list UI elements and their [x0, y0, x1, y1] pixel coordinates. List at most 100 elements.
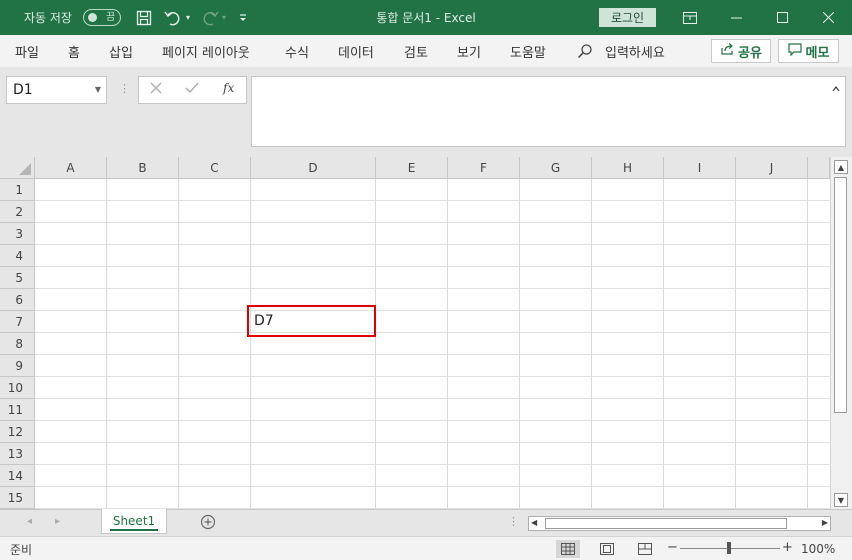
autosave-toggle-knob: [88, 13, 97, 22]
page-layout-view-icon[interactable]: [595, 540, 619, 558]
tell-me-search[interactable]: 입력하세요: [605, 35, 665, 67]
page-break-view-icon[interactable]: [633, 540, 657, 558]
row-header[interactable]: 4: [0, 245, 35, 267]
ribbon-display-icon[interactable]: [680, 0, 700, 35]
tab-data[interactable]: 데이터: [338, 35, 374, 67]
row-header[interactable]: 11: [0, 399, 35, 421]
select-all-button[interactable]: [0, 157, 35, 179]
tab-insert[interactable]: 삽입: [109, 35, 133, 67]
worksheet-grid[interactable]: A B C D E F G H I J 1 2 3 4 5 6 7 8 9 10…: [0, 157, 852, 509]
collapse-formula-bar-icon[interactable]: [832, 81, 840, 96]
redo-dropdown-icon[interactable]: ▾: [219, 0, 229, 35]
row-header[interactable]: 12: [0, 421, 35, 443]
row-header[interactable]: 6: [0, 289, 35, 311]
zoom-slider-thumb[interactable]: [727, 542, 731, 554]
zoom-out-icon[interactable]: −: [667, 540, 678, 555]
column-header[interactable]: D: [251, 157, 376, 179]
autosave-toggle[interactable]: 끔: [83, 9, 121, 26]
memo-label: 메모: [805, 45, 830, 61]
tab-view[interactable]: 보기: [457, 35, 481, 67]
tab-file[interactable]: 파일: [15, 35, 39, 67]
tab-page-layout[interactable]: 페이지 레이아웃: [162, 35, 250, 67]
gridline: [250, 179, 251, 509]
gridline: [591, 179, 592, 509]
scroll-up-icon[interactable]: ▲: [834, 160, 848, 174]
minimize-icon[interactable]: [725, 0, 747, 35]
redo-icon[interactable]: [199, 0, 221, 35]
name-box-value: D1: [13, 82, 33, 98]
row-header[interactable]: 14: [0, 465, 35, 487]
name-box-dropdown-icon[interactable]: ▼: [95, 85, 101, 94]
name-box[interactable]: D1 ▼: [6, 76, 107, 104]
tab-home[interactable]: 홈: [68, 35, 80, 67]
normal-view-icon[interactable]: [556, 540, 580, 558]
column-header[interactable]: C: [179, 157, 251, 179]
prev-sheet-icon[interactable]: ◂: [27, 516, 32, 527]
formula-bar-splitter[interactable]: ⋮: [119, 82, 130, 98]
cancel-icon[interactable]: [150, 82, 162, 98]
sheet-tab-bar: ◂ ▸ Sheet1 ⋮ ◀ ▶: [0, 509, 852, 536]
column-header[interactable]: G: [520, 157, 592, 179]
tab-review[interactable]: 검토: [404, 35, 428, 67]
row-header[interactable]: 9: [0, 355, 35, 377]
gridline: [735, 179, 736, 509]
column-header[interactable]: A: [35, 157, 107, 179]
column-header[interactable]: [808, 157, 830, 179]
column-header[interactable]: I: [664, 157, 736, 179]
tab-help[interactable]: 도움말: [510, 35, 546, 67]
autosave-label: 자동 저장: [24, 11, 72, 25]
column-header[interactable]: E: [376, 157, 448, 179]
share-button[interactable]: 공유: [711, 39, 771, 63]
sheet-tab-sheet1[interactable]: Sheet1: [101, 509, 167, 534]
zoom-in-icon[interactable]: +: [782, 540, 793, 555]
zoom-level[interactable]: 100%: [801, 537, 835, 560]
column-header[interactable]: H: [592, 157, 664, 179]
row-header[interactable]: 2: [0, 201, 35, 223]
status-bar: 준비 − + 100%: [0, 536, 852, 560]
close-icon[interactable]: [817, 0, 839, 35]
tab-formulas[interactable]: 수식: [285, 35, 309, 67]
row-header[interactable]: 13: [0, 443, 35, 465]
row-header[interactable]: 8: [0, 333, 35, 355]
tab-splitter[interactable]: ⋮: [508, 515, 519, 528]
vertical-scroll-thumb[interactable]: [834, 177, 847, 413]
gridline: [519, 179, 520, 509]
cell-d7[interactable]: D7: [247, 305, 376, 337]
gridline: [106, 179, 107, 509]
formula-input[interactable]: [251, 76, 846, 147]
share-label: 공유: [738, 45, 762, 61]
title-bar: 자동 저장 끔 ▾ ▾ 통합 문서1 - Excel 로그인: [0, 0, 852, 35]
save-icon[interactable]: [134, 0, 154, 35]
comment-icon: [787, 42, 802, 60]
next-sheet-icon[interactable]: ▸: [55, 516, 60, 527]
login-button[interactable]: 로그인: [599, 8, 656, 27]
function-icon[interactable]: fx: [223, 81, 234, 95]
formula-area: D1 ▼ ⋮ fx: [0, 67, 852, 157]
row-header[interactable]: 7: [0, 311, 35, 333]
enter-icon[interactable]: [185, 82, 199, 98]
column-header[interactable]: J: [736, 157, 808, 179]
row-header[interactable]: 15: [0, 487, 35, 509]
scroll-left-icon[interactable]: ◀: [531, 518, 537, 527]
add-sheet-icon[interactable]: [200, 514, 216, 534]
scroll-down-icon[interactable]: ▼: [834, 493, 848, 507]
row-header[interactable]: 1: [0, 179, 35, 201]
row-header[interactable]: 10: [0, 377, 35, 399]
horizontal-scroll-thumb[interactable]: [545, 518, 787, 529]
undo-icon[interactable]: [162, 0, 184, 35]
row-header[interactable]: 3: [0, 223, 35, 245]
customize-toolbar-icon[interactable]: [236, 0, 250, 35]
horizontal-scrollbar[interactable]: ◀ ▶: [528, 516, 831, 531]
row-header[interactable]: 5: [0, 267, 35, 289]
scroll-right-icon[interactable]: ▶: [822, 518, 828, 527]
status-ready: 준비: [10, 542, 33, 557]
column-header[interactable]: F: [448, 157, 520, 179]
search-icon[interactable]: [577, 35, 593, 67]
column-header[interactable]: B: [107, 157, 179, 179]
comments-button[interactable]: 메모: [778, 39, 839, 63]
ribbon-tabs: 파일 홈 삽입 페이지 레이아웃 수식 데이터 검토 보기 도움말 입력하세요 …: [0, 35, 852, 67]
cell-area[interactable]: [35, 179, 830, 509]
maximize-icon[interactable]: [771, 0, 793, 35]
undo-dropdown-icon[interactable]: ▾: [183, 0, 193, 35]
vertical-scrollbar[interactable]: ▲ ▼: [830, 157, 852, 509]
